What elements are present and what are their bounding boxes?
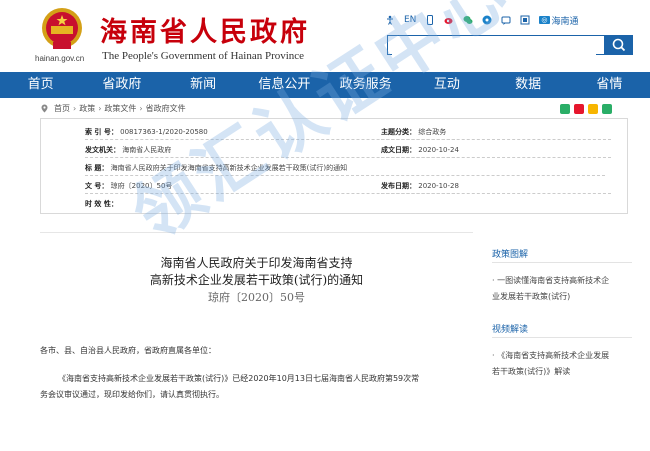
weibo-icon[interactable]: [444, 15, 454, 25]
breadcrumb-separator: ›: [73, 104, 77, 113]
english-link[interactable]: EN: [404, 15, 416, 25]
info-doc-no-row: 文 号： 琼府〔2020〕50号: [85, 181, 172, 191]
breadcrumb: 首页 › 政策 › 政策文件 › 省政府文件: [40, 103, 186, 114]
info-title-row: 标 题： 海南省人民政府关于印发海南省支持高新技术企业发展若干政策(试行)的通知: [85, 163, 347, 173]
info-category-label: 主题分类：: [381, 128, 416, 136]
article-title-line2: 高新技术企业发展若干政策(试行)的通知: [149, 273, 364, 287]
sidebar-item-video-line2[interactable]: 若干政策(试行)》解读: [492, 364, 634, 379]
info-validity-row: 时 效 性：: [85, 199, 118, 209]
nav-provincial-government[interactable]: 省政府: [81, 72, 162, 98]
info-title-label: 标 题：: [85, 164, 109, 172]
info-publisher-label: 发文机关：: [85, 146, 120, 154]
app-icon[interactable]: [482, 15, 492, 25]
info-date-written-value: 2020-10-24: [418, 146, 459, 154]
info-publisher-row: 发文机关： 海南省人民政府: [85, 145, 171, 155]
site-subtitle: The People's Government of Hainan Provin…: [102, 50, 305, 62]
breadcrumb-policy[interactable]: 政策: [79, 103, 95, 114]
sidebar-section-policy-graphics[interactable]: 政策图解: [492, 247, 528, 260]
share-wechat-chat-icon[interactable]: [602, 104, 612, 114]
info-divider: [381, 157, 611, 158]
location-icon: [41, 104, 48, 113]
article-paragraph-line2: 务会议审议通过，现印发给你们，请认真贯彻执行。: [40, 390, 224, 399]
site-header: hainan.gov.cn 海南省人民政府 The People's Gover…: [0, 0, 650, 72]
search-icon: [612, 38, 626, 52]
sidebar-item-video-line1[interactable]: · 《海南省支持高新技术企业发展: [492, 348, 634, 363]
wechat-chat-icon[interactable]: [501, 15, 511, 25]
header-tools: EN ◎ 海南通: [385, 13, 588, 27]
info-validity-label: 时 效 性：: [85, 200, 118, 208]
nav-government-services[interactable]: 政务服务: [325, 72, 406, 98]
info-date-published-label: 发布日期：: [381, 182, 416, 190]
article-paragraph-line1: 《海南省支持高新技术企业发展若干政策(试行)》已经2020年10月13日七届海南…: [58, 374, 420, 383]
info-index-row: 索 引 号： 00817363-1/2020-20580: [85, 127, 208, 137]
info-date-written-row: 成文日期： 2020-10-24: [381, 145, 459, 155]
info-date-written-label: 成文日期：: [381, 146, 416, 154]
site-domain: hainan.gov.cn: [35, 54, 85, 63]
accessibility-icon[interactable]: [385, 15, 395, 25]
handset-icon[interactable]: [520, 15, 530, 25]
share-wechat-icon[interactable]: [560, 104, 570, 114]
hainan-tong-label: 海南通: [551, 16, 579, 27]
search-input[interactable]: [392, 39, 596, 58]
nav-province-profile[interactable]: 省情: [569, 72, 650, 98]
info-category-value: 综合政务: [418, 128, 447, 136]
hainan-tong-icon: ◎: [539, 16, 550, 24]
article-salutation: 各市、县、自治县人民政府，省政府直属各单位：: [40, 346, 216, 355]
search-button[interactable]: [605, 35, 633, 55]
breadcrumb-provincial-docs[interactable]: 省政府文件: [146, 103, 186, 114]
article-doc-number: 琼府〔2020〕50号: [208, 291, 305, 304]
site-title[interactable]: 海南省人民政府: [100, 10, 310, 49]
mobile-icon[interactable]: [425, 15, 435, 25]
info-doc-no-label: 文 号：: [85, 182, 109, 190]
breadcrumb-separator: ›: [139, 104, 143, 113]
wechat-icon[interactable]: [463, 15, 473, 25]
main-nav: 首页 省政府 新闻 信息公开 政务服务 互动 数据 省情: [0, 72, 650, 98]
breadcrumb-separator: ›: [98, 104, 102, 113]
national-emblem-icon[interactable]: [36, 6, 88, 54]
info-index-label: 索 引 号：: [85, 128, 118, 136]
info-category-row: 主题分类： 综合政务: [381, 127, 446, 137]
sidebar-item-graphic-line2[interactable]: 业发展若干政策(试行): [492, 289, 634, 304]
info-doc-no-value: 琼府〔2020〕50号: [110, 182, 173, 190]
sidebar-section-video[interactable]: 视频解读: [492, 322, 528, 335]
share-weibo-icon[interactable]: [574, 104, 584, 114]
breadcrumb-policy-docs[interactable]: 政策文件: [104, 103, 136, 114]
share-qzone-icon[interactable]: [588, 104, 598, 114]
info-index-value: 00817363-1/2020-20580: [120, 128, 208, 136]
document-info-box: 索 引 号： 00817363-1/2020-20580 主题分类： 综合政务 …: [40, 118, 628, 214]
info-divider: [381, 139, 611, 140]
info-divider: [85, 175, 605, 176]
hainan-tong-link[interactable]: ◎ 海南通: [539, 14, 579, 27]
info-publisher-value: 海南省人民政府: [122, 146, 172, 154]
breadcrumb-home[interactable]: 首页: [54, 103, 70, 114]
nav-news[interactable]: 新闻: [163, 72, 244, 98]
nav-home[interactable]: 首页: [0, 72, 81, 98]
share-bar: [560, 104, 612, 114]
sidebar-divider: [492, 337, 632, 338]
info-title-value: 海南省人民政府关于印发海南省支持高新技术企业发展若干政策(试行)的通知: [110, 164, 348, 172]
sidebar-item-graphic-line1[interactable]: · 一图读懂海南省支持高新技术企: [492, 273, 634, 288]
info-divider: [381, 193, 611, 194]
article-divider: [40, 232, 473, 233]
sidebar-divider: [492, 262, 632, 263]
article-title-line1: 海南省人民政府关于印发海南省支持: [160, 256, 353, 270]
nav-info-disclosure[interactable]: 信息公开: [244, 72, 325, 98]
nav-data[interactable]: 数据: [488, 72, 569, 98]
info-date-published-row: 发布日期： 2020-10-28: [381, 181, 459, 191]
info-date-published-value: 2020-10-28: [418, 182, 459, 190]
search-field[interactable]: [387, 35, 605, 58]
nav-interaction[interactable]: 互动: [406, 72, 487, 98]
